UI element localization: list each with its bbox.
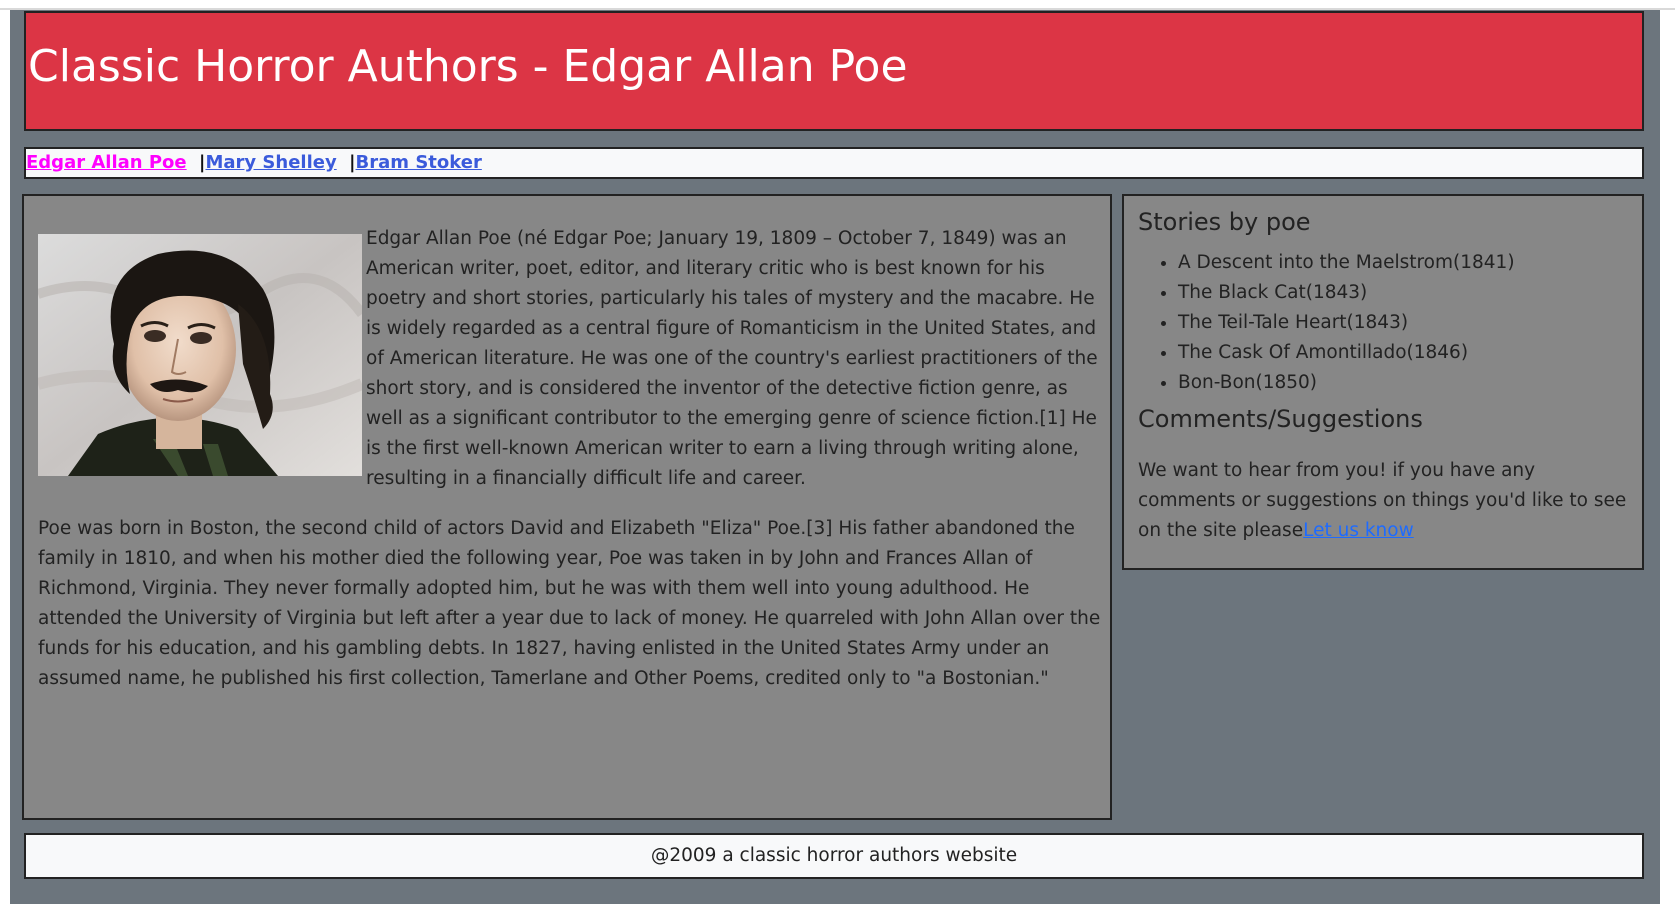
page-container: Classic Horror Authors - Edgar Allan Poe… [10, 10, 1660, 904]
nav-separator: | [348, 152, 356, 173]
footer-text: @2009 a classic horror authors website [650, 845, 1018, 866]
site-footer: @2009 a classic horror authors website [24, 833, 1644, 879]
list-item: The Teil-Tale Heart(1843) [1178, 308, 1515, 338]
nav-link-stoker[interactable]: Bram Stoker [356, 152, 482, 173]
list-item: The Black Cat(1843) [1178, 278, 1515, 308]
comments-heading: Comments/Suggestions [1138, 405, 1423, 433]
list-item: Bon-Bon(1850) [1178, 368, 1515, 398]
bio-paragraph-2: Poe was born in Boston, the second child… [38, 518, 1101, 689]
list-item: The Cask Of Amontillado(1846) [1178, 338, 1515, 368]
stories-list: A Descent into the Maelstrom(1841) The B… [1138, 248, 1515, 398]
site-header: Classic Horror Authors - Edgar Allan Poe [24, 11, 1644, 131]
portrait-image [38, 234, 362, 476]
comments-text: We want to hear from you! if you have an… [1138, 456, 1634, 546]
page-title: Classic Horror Authors - Edgar Allan Poe [28, 41, 908, 92]
let-us-know-link[interactable]: Let us know [1303, 520, 1414, 541]
nav-link-shelley[interactable]: Mary Shelley [205, 152, 336, 173]
sidebar: Stories by poe A Descent into the Maelst… [1122, 194, 1644, 570]
author-nav: Edgar Allan Poe |Mary Shelley |Bram Stok… [24, 147, 1644, 179]
bio-paragraph-1: Edgar Allan Poe (né Edgar Poe; January 1… [366, 228, 1098, 489]
main-content: Edgar Allan Poe (né Edgar Poe; January 1… [22, 194, 1112, 820]
stories-heading: Stories by poe [1138, 208, 1311, 236]
list-item: A Descent into the Maelstrom(1841) [1178, 248, 1515, 278]
nav-link-poe[interactable]: Edgar Allan Poe [26, 152, 187, 173]
